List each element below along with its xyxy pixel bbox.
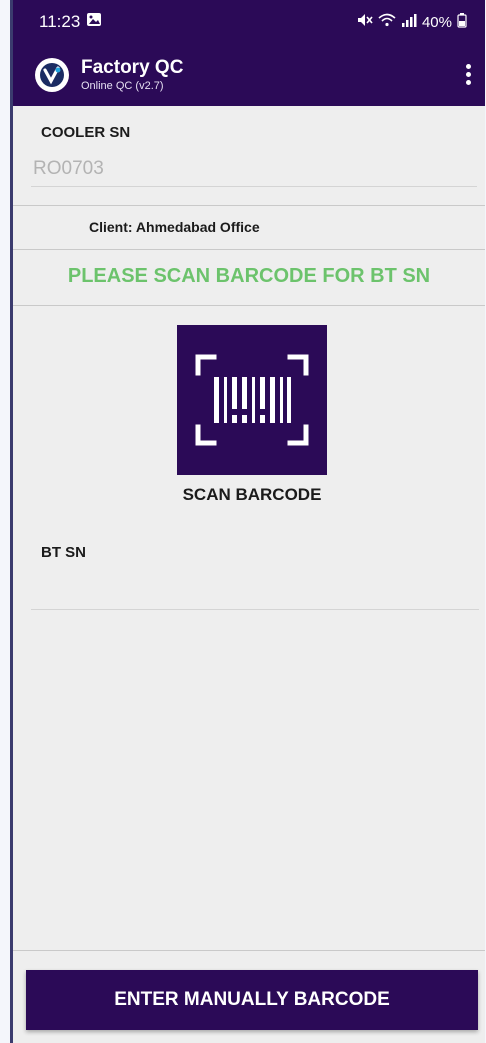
- wifi-icon: [378, 13, 396, 31]
- cooler-sn-field[interactable]: [31, 152, 477, 187]
- mute-icon: [357, 13, 373, 31]
- cooler-sn-label: COOLER SN: [41, 124, 131, 141]
- battery-percent: 40%: [421, 13, 452, 31]
- client-name: Client: Ahmedabad Office: [89, 219, 260, 235]
- scan-barcode-button[interactable]: [177, 325, 327, 475]
- status-time: 11:23: [39, 12, 81, 31]
- divider: [13, 205, 485, 206]
- image-icon: [86, 12, 102, 32]
- app-logo-icon: [35, 58, 69, 92]
- scan-prompt: PLEASE SCAN BARCODE FOR BT SN: [67, 265, 431, 287]
- app-bar: Factory QC Online QC (v2.7): [13, 44, 485, 106]
- phone-screen: 11:23 40% Factory QC Online QC (v2.7) CO…: [10, 0, 485, 1043]
- app-subtitle: Online QC (v2.7): [81, 80, 164, 92]
- battery-icon: [457, 12, 467, 32]
- status-bar: 11:23 40%: [13, 0, 485, 44]
- signal-icon: [401, 13, 417, 31]
- more-vertical-icon[interactable]: [463, 64, 473, 85]
- bt-sn-label: BT SN: [41, 544, 86, 561]
- divider: [13, 305, 485, 306]
- bt-sn-field[interactable]: [31, 575, 479, 610]
- barcode-scan-icon: [195, 354, 309, 446]
- enter-manually-barcode-button[interactable]: ENTER MANUALLY BARCODE: [26, 970, 478, 1030]
- app-title: Factory QC: [81, 57, 184, 78]
- scan-barcode-label: SCAN BARCODE: [182, 485, 322, 504]
- divider: [13, 249, 485, 250]
